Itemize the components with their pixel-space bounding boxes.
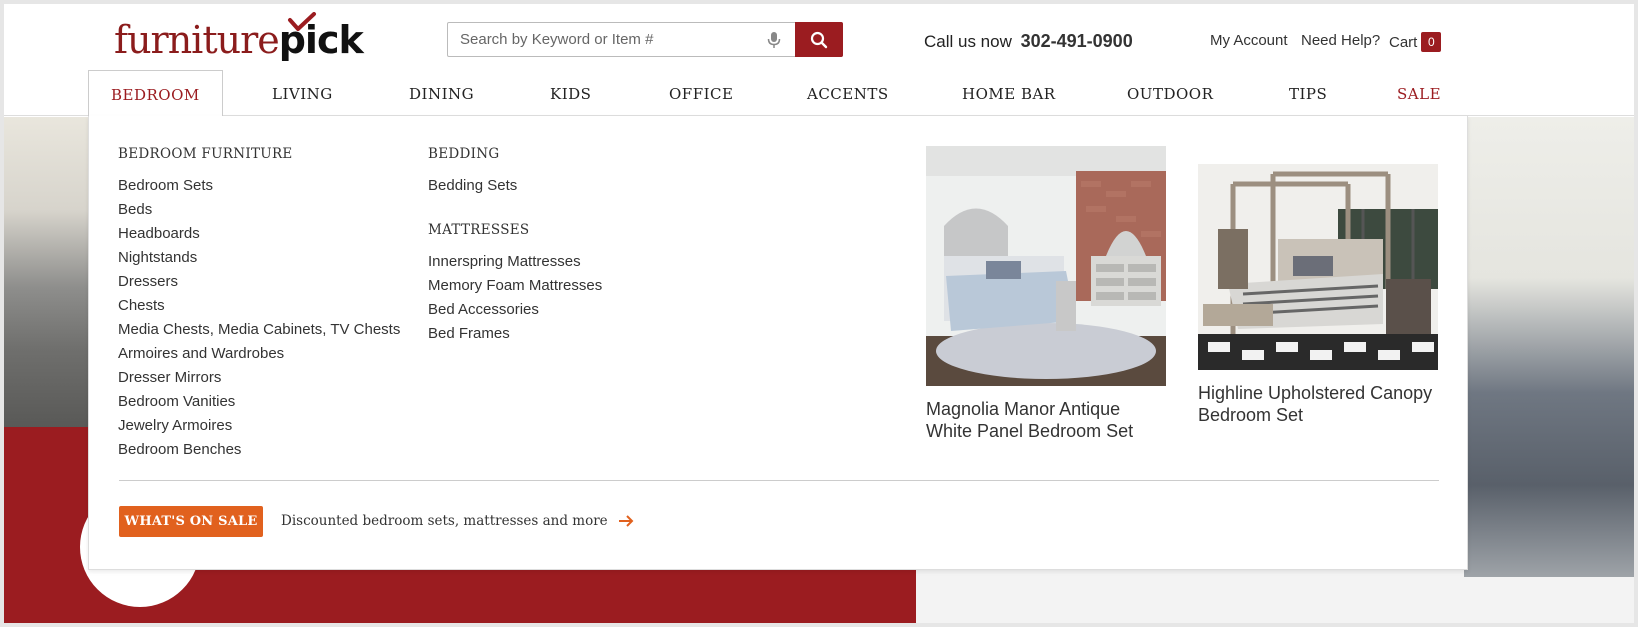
menu-link-innerspring[interactable]: Innerspring Mattresses: [428, 250, 602, 274]
whats-on-sale-button[interactable]: WHAT'S ON SALE: [119, 506, 263, 537]
nav-home-bar[interactable]: HOME BAR: [962, 70, 1056, 116]
cart-label: Cart: [1389, 34, 1418, 51]
search-box: [447, 22, 843, 57]
nav-outdoor[interactable]: OUTDOOR: [1127, 70, 1213, 116]
arrow-right-icon: [618, 515, 634, 527]
nav-living[interactable]: LIVING: [272, 70, 333, 116]
menu-link-bed-accessories[interactable]: Bed Accessories: [428, 298, 602, 322]
nav-accents[interactable]: ACCENTS: [807, 70, 889, 116]
logo-text-furniture: furniture: [114, 18, 280, 62]
cart-link[interactable]: Cart 0: [1389, 32, 1442, 52]
call-label: Call us now: [924, 32, 1012, 51]
menu-link-nightstands[interactable]: Nightstands: [118, 246, 400, 270]
call-us: Call us now 302-491-0900: [924, 31, 1133, 52]
nav-bedroom[interactable]: BEDROOM: [88, 70, 223, 117]
heading-mattresses[interactable]: MATTRESSES: [428, 222, 602, 238]
bedroom-mega-menu: BEDROOM FURNITURE Bedroom Sets Beds Head…: [88, 116, 1468, 570]
menu-link-jewelry-armoires[interactable]: Jewelry Armoires: [118, 414, 400, 438]
menu-divider: [119, 480, 1439, 481]
hero-sofa-photo-left: [4, 117, 94, 427]
featured-product-magnolia[interactable]: Magnolia Manor Antique White Panel Bedro…: [926, 146, 1166, 442]
search-icon: [810, 31, 828, 48]
menu-link-armoires[interactable]: Armoires and Wardrobes: [118, 342, 400, 366]
microphone-icon[interactable]: [766, 31, 782, 49]
menu-link-dresser-mirrors[interactable]: Dresser Mirrors: [118, 366, 400, 390]
featured-product-highline[interactable]: Highline Upholstered Canopy Bedroom Set: [1198, 146, 1438, 426]
hero-sofa-photo-right: [1464, 117, 1634, 577]
menu-link-bedroom-benches[interactable]: Bedroom Benches: [118, 438, 400, 462]
menu-link-beds[interactable]: Beds: [118, 198, 400, 222]
menu-link-dressers[interactable]: Dressers: [118, 270, 400, 294]
menu-link-bedroom-sets[interactable]: Bedroom Sets: [118, 174, 400, 198]
bedroom-photo-icon: [926, 146, 1166, 386]
nav-kids[interactable]: KIDS: [550, 70, 591, 116]
site-header: furniturepick Call us now 302-491-0900: [4, 4, 1634, 74]
need-help-link[interactable]: Need Help?: [1301, 32, 1380, 49]
product-title-magnolia[interactable]: Magnolia Manor Antique White Panel Bedro…: [926, 398, 1166, 442]
nav-office[interactable]: OFFICE: [669, 70, 733, 116]
menu-link-bed-frames[interactable]: Bed Frames: [428, 322, 602, 346]
nav-dining[interactable]: DINING: [409, 70, 474, 116]
canopy-bed-photo-icon: [1198, 164, 1438, 370]
menu-link-media-chests[interactable]: Media Chests, Media Cabinets, TV Chests: [118, 318, 400, 342]
product-title-highline[interactable]: Highline Upholstered Canopy Bedroom Set: [1198, 382, 1438, 426]
menu-column-bedding: BEDDING Bedding Sets MATTRESSES Innerspr…: [428, 146, 602, 346]
nav-tips[interactable]: TIPS: [1289, 70, 1327, 116]
heading-bedding[interactable]: BEDDING: [428, 146, 602, 162]
menu-link-headboards[interactable]: Headboards: [118, 222, 400, 246]
product-image-highline[interactable]: [1198, 164, 1438, 370]
menu-link-bedroom-vanities[interactable]: Bedroom Vanities: [118, 390, 400, 414]
sale-promo-link[interactable]: Discounted bedroom sets, mattresses and …: [281, 513, 634, 529]
search-input[interactable]: [460, 23, 760, 56]
heading-bedroom-furniture[interactable]: BEDROOM FURNITURE: [118, 146, 400, 162]
menu-link-bedding-sets[interactable]: Bedding Sets: [428, 174, 602, 198]
sale-promo-text: Discounted bedroom sets, mattresses and …: [281, 513, 608, 529]
nav-sale[interactable]: SALE: [1397, 70, 1441, 116]
menu-link-chests[interactable]: Chests: [118, 294, 400, 318]
site-logo[interactable]: furniture pick: [114, 12, 364, 64]
logo-check-icon: [288, 12, 316, 31]
menu-link-memory-foam[interactable]: Memory Foam Mattresses: [428, 274, 602, 298]
cart-count-badge: 0: [1421, 32, 1442, 52]
main-nav: BEDROOM LIVING DINING KIDS OFFICE ACCENT…: [4, 70, 1634, 117]
my-account-link[interactable]: My Account: [1210, 32, 1288, 49]
product-image-magnolia[interactable]: [926, 146, 1166, 386]
search-button[interactable]: [795, 22, 843, 57]
page-frame: furniturepick Call us now 302-491-0900: [0, 0, 1638, 627]
menu-column-bedroom-furniture: BEDROOM FURNITURE Bedroom Sets Beds Head…: [118, 146, 400, 462]
phone-number[interactable]: 302-491-0900: [1021, 31, 1133, 51]
